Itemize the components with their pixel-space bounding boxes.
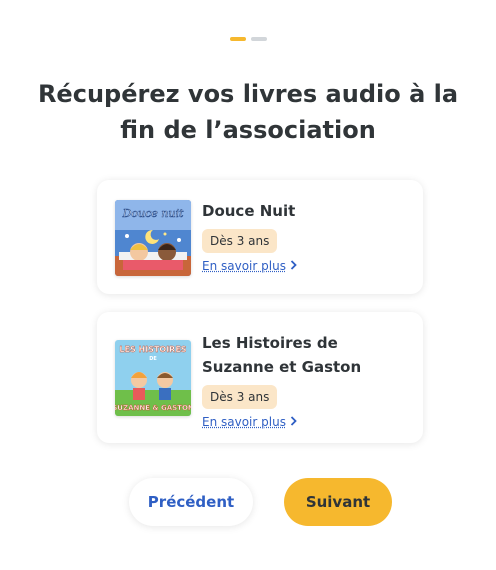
age-badge: Dès 3 ans [202,229,278,253]
learn-more-link[interactable]: En savoir plus [202,415,405,429]
cover-text-bottom: SUZANNE & GASTON [115,404,191,412]
book-cover-douce-nuit: Douce nuit [115,200,191,276]
book-title: Les Histoires de Suzanne et Gaston [202,334,362,376]
book-card: Douce nuit Douce Nuit Dès 3 ans En savoi… [97,180,423,294]
next-button[interactable]: Suivant [284,478,392,526]
book-card: LES HISTOIRES DE SUZANNE & GASTON Les Hi… [97,312,423,443]
page-title: Récupérez vos livres audio à la fin de l… [37,80,459,144]
age-badge: Dès 3 ans [202,385,278,409]
chevron-right-icon [290,415,297,429]
book-title: Douce Nuit [202,202,296,220]
chevron-right-icon [290,259,297,273]
learn-more-link[interactable]: En savoir plus [202,259,405,273]
progress-dot-active [229,37,246,41]
learn-more-label: En savoir plus [202,259,286,273]
learn-more-label: En savoir plus [202,415,286,429]
cover-text-top: LES HISTOIRES [119,345,186,354]
progress-indicator [0,37,496,41]
previous-button[interactable]: Précédent [129,478,253,526]
progress-dot [250,37,267,41]
cover-title-text: Douce nuit [122,207,184,220]
cover-text-mid: DE [149,356,157,362]
book-cover-suzanne-gaston: LES HISTOIRES DE SUZANNE & GASTON [115,340,191,416]
